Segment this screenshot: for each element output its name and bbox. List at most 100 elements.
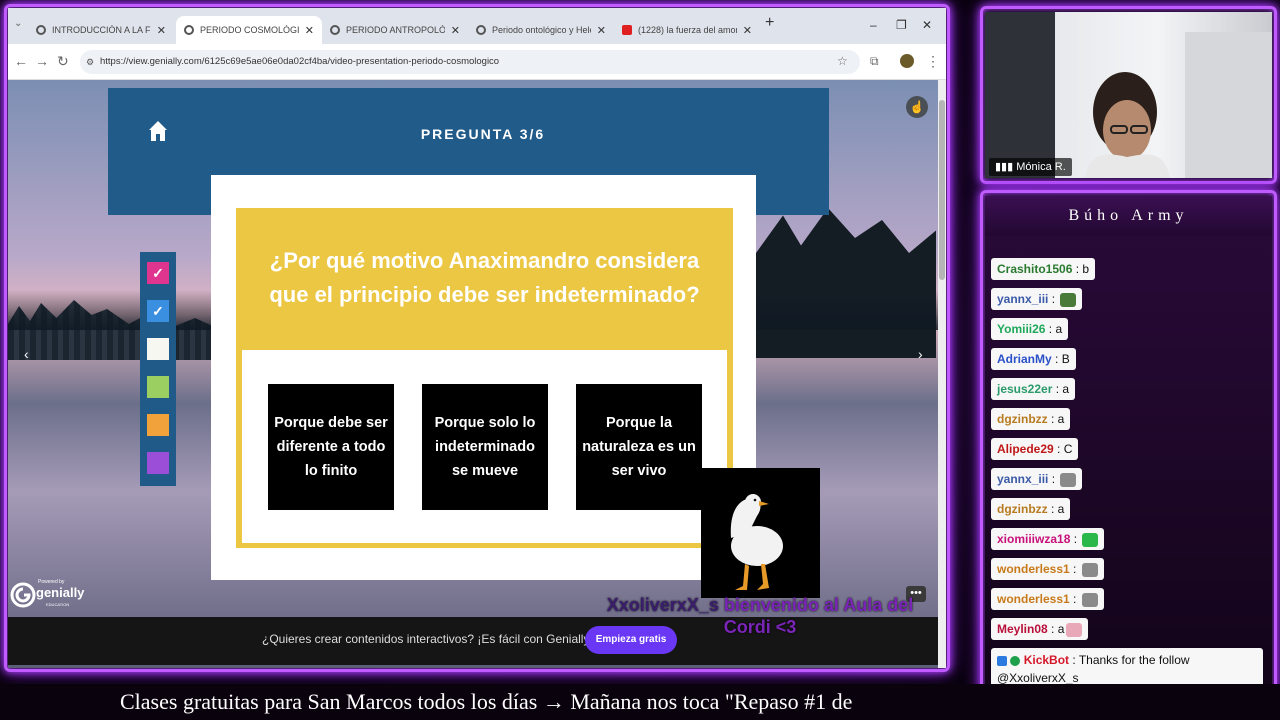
chat-message: Crashito1506 : b (991, 258, 1096, 280)
genially-icon (184, 25, 194, 35)
chat-message: jesus22er : a (991, 378, 1076, 400)
chat-message: yannx_iii : (991, 288, 1083, 310)
tab-close-icon[interactable]: ✕ (743, 24, 752, 37)
bookmark-star-icon[interactable]: ☆ (837, 54, 848, 68)
palette-swatch-purple[interactable] (147, 452, 169, 474)
tab-periodo-antropologico[interactable]: PERIODO ANTROPOLÓGICO | G ✕ (322, 16, 468, 44)
chat-emote-icon (1082, 532, 1099, 547)
chat-text: : B (1051, 352, 1070, 366)
follow-alert: XxoliverxX_s bienvenido al Aula del Cord… (590, 594, 930, 638)
tab-title: INTRODUCCIÓN A LA FILOSOFÍ (52, 25, 151, 35)
chat-username[interactable]: yannx_iii (997, 292, 1048, 306)
palette-swatch-pink[interactable]: ✓ (147, 262, 169, 284)
chat-message: dgzinbzz : a (991, 408, 1071, 430)
presenter-silhouette (985, 12, 1272, 178)
chat-emote-icon (1060, 292, 1077, 307)
question-text: ¿Por qué motivo Anaximandro considera qu… (269, 248, 700, 307)
url-text: https://view.genially.com/6125c69e5ae06e… (100, 56, 500, 67)
alert-username: XxoliverxX_s (606, 595, 719, 615)
menu-kebab-icon[interactable]: ⋮ (926, 53, 940, 70)
chat-username[interactable]: dgzinbzz (997, 502, 1048, 516)
pointer-hand-icon[interactable]: ☝ (906, 96, 928, 118)
tab-close-icon[interactable]: ✕ (157, 24, 166, 37)
answer-option-1[interactable]: Porque debe ser diferente a todo lo fini… (268, 384, 394, 510)
chat-message: wonderless1 : (991, 558, 1104, 580)
genially-logo[interactable]: Powered by genially EDUCATION (8, 575, 88, 615)
home-icon[interactable] (148, 120, 168, 142)
close-window-button[interactable]: ✕ (922, 18, 932, 32)
chat-username[interactable]: Meylin08 (997, 622, 1048, 636)
chat-title: Búho Army (985, 196, 1272, 236)
tab-close-icon[interactable]: ✕ (597, 24, 606, 37)
maximize-button[interactable]: ❐ (896, 18, 907, 32)
tab-introduccion[interactable]: INTRODUCCIÓN A LA FILOSOFÍ ✕ (28, 16, 174, 44)
genially-icon (476, 25, 486, 35)
chat-username[interactable]: wonderless1 (997, 592, 1070, 606)
tab-periodo-cosmologico[interactable]: PERIODO COSMOLÓGICO | Ge ✕ (176, 16, 322, 44)
tab-title: PERIODO ANTROPOLÓGICO | G (346, 25, 445, 35)
verified-icon (1010, 655, 1021, 666)
chat-panel: Búho Army Crashito1506 : b yannx_iii : Yo… (985, 196, 1272, 694)
forward-icon[interactable]: → (35, 53, 49, 69)
chat-text: : (1069, 562, 1080, 576)
page-scrollbar[interactable] (938, 80, 946, 668)
url-input[interactable]: ⚙ https://view.genially.com/6125c69e5ae0… (80, 50, 860, 74)
answers-area: Porque debe ser diferente a todo lo fini… (242, 350, 727, 543)
back-icon[interactable]: ← (14, 53, 28, 69)
tab-title: (1228) la fuerza del amor - You (638, 25, 737, 35)
chat-username[interactable]: Yomiii26 (997, 322, 1045, 336)
chat-username[interactable]: jesus22er (997, 382, 1052, 396)
question-box: ¿Por qué motivo Anaximandro considera qu… (236, 208, 733, 548)
signal-bars-icon: ▮▮▮ (995, 161, 1014, 173)
chat-message: AdrianMy : B (991, 348, 1076, 370)
promo-text: ¿Quieres crear contenidos interactivos? … (262, 632, 593, 646)
answer-option-3[interactable]: Porque la naturaleza es un ser vivo (576, 384, 702, 510)
address-bar: ← → ↻ ⚙ https://view.genially.com/6125c6… (8, 44, 946, 80)
minimize-button[interactable]: – (870, 18, 877, 32)
palette-swatch-orange[interactable] (147, 414, 169, 436)
chat-username[interactable]: xiomiiiwza18 (997, 532, 1070, 546)
answer-option-2[interactable]: Porque solo lo indeterminado se mueve (422, 384, 548, 510)
bot-badge-icon (997, 655, 1007, 666)
extensions-icon[interactable]: ⧉ (870, 54, 879, 69)
tab-periodo-ontologico[interactable]: Periodo ontológico y Helenísti ✕ (468, 16, 614, 44)
reload-icon[interactable]: ↻ (57, 53, 69, 70)
palette-swatch-white[interactable] (147, 338, 169, 360)
prev-slide-icon[interactable]: ‹ (24, 346, 29, 362)
tab-title: Periodo ontológico y Helenísti (492, 25, 591, 35)
chat-message: yannx_iii : (991, 468, 1083, 490)
chat-message: xiomiiiwza18 : (991, 528, 1105, 550)
site-info-icon[interactable]: ⚙ (86, 50, 94, 74)
cam-name: Mónica R. (1016, 161, 1066, 173)
chat-message: Alipede29 : C (991, 438, 1079, 460)
chat-username[interactable]: Alipede29 (997, 442, 1054, 456)
chat-username[interactable]: AdrianMy (997, 352, 1052, 366)
chat-text: : (1048, 472, 1059, 486)
chat-message: Yomiii26 : a (991, 318, 1069, 340)
chat-text: : (1048, 292, 1059, 306)
chat-username[interactable]: dgzinbzz (997, 412, 1048, 426)
palette-swatch-blue[interactable]: ✓ (147, 300, 169, 322)
stream-layout: ⌄ INTRODUCCIÓN A LA FILOSOFÍ ✕ PERIODO C… (0, 0, 1280, 720)
chat-username[interactable]: wonderless1 (997, 562, 1070, 576)
chat-message: Meylin08 : a (991, 618, 1089, 640)
tab-close-icon[interactable]: ✕ (451, 24, 460, 37)
new-tab-button[interactable]: + (765, 14, 774, 32)
palette-swatch-green[interactable] (147, 376, 169, 398)
background-trees-right (756, 208, 936, 358)
bot-text: Thanks for the follow (1078, 653, 1190, 667)
question-number: PREGUNTA 3/6 (420, 126, 546, 142)
webcam-feed: ▮▮▮ Mónica R. (985, 12, 1272, 178)
tab-youtube[interactable]: (1228) la fuerza del amor - You ✕ (614, 16, 760, 44)
question-card: ¿Por qué motivo Anaximandro considera qu… (211, 175, 756, 580)
tab-close-icon[interactable]: ✕ (305, 24, 314, 37)
tab-search-chevron-icon[interactable]: ⌄ (14, 18, 22, 29)
goose-icon (730, 494, 783, 590)
profile-avatar-icon[interactable] (900, 54, 914, 68)
chat-username[interactable]: Crashito1506 (997, 262, 1072, 276)
goose-overlay-image (701, 468, 820, 598)
next-slide-icon[interactable]: › (918, 346, 923, 362)
chat-text: : (1069, 592, 1080, 606)
chat-username[interactable]: yannx_iii (997, 472, 1048, 486)
chat-message: wonderless1 : (991, 588, 1104, 610)
